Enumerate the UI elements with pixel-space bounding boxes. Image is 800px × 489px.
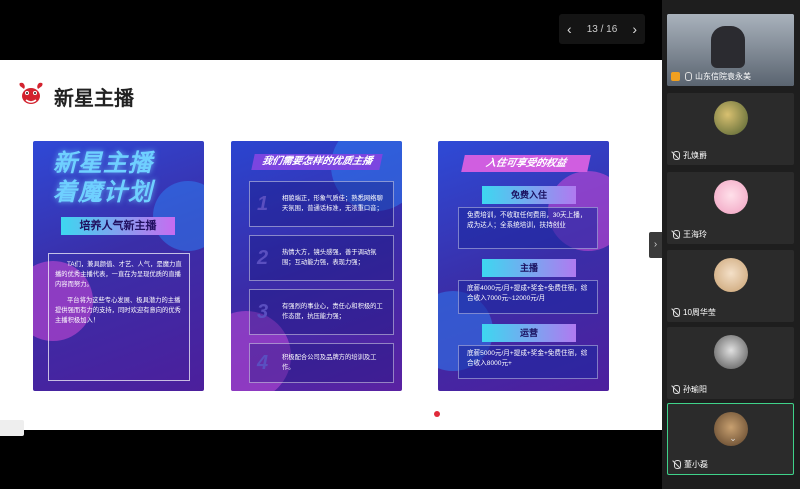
benefit-heading: 免费入住 bbox=[482, 186, 576, 204]
participant-tile[interactable]: 山东信院袁永美 bbox=[667, 14, 794, 86]
card-requirements: 我们需要怎样的优质主播 1 相貌端正，形象气质佳；熟悉网络聊天氛围，普通话标准，… bbox=[231, 141, 402, 391]
card-benefits: 入住可享受的权益 免费入住 免费培训，不收取任何费用，30天上播，成为达人；全系… bbox=[438, 141, 609, 391]
scroll-down-chevron-icon[interactable]: ⌄ bbox=[726, 433, 740, 443]
avatar bbox=[713, 335, 748, 369]
mic-muted-icon bbox=[671, 385, 680, 394]
mic-muted-icon bbox=[671, 308, 680, 317]
requirement-item: 3 有强烈的事业心，责任心和积极的工作态度，抗压能力强； bbox=[249, 289, 394, 335]
chevron-left-icon[interactable]: ‹ bbox=[567, 21, 572, 37]
benefit-body: 免费培训，不收取任何费用，30天上播，成为达人；全系统培训，扶持创业 bbox=[458, 207, 598, 249]
host-badge-icon bbox=[671, 72, 680, 81]
slide: 新星主播 新星主播 着魔计划 培养人气新主播 TA们，兼具颜值、才艺、人气，是魔… bbox=[0, 60, 662, 430]
mic-muted-icon bbox=[671, 230, 680, 239]
avatar bbox=[713, 101, 748, 135]
participant-name: 董小磊 bbox=[672, 459, 708, 470]
benefit-body: 底薪4000元/月+提成+奖金+免费住宿，综合收入7000元~12000元/月 bbox=[458, 280, 598, 314]
avatar bbox=[713, 258, 748, 292]
participant-name: 王海玲 bbox=[671, 229, 707, 240]
crayfish-logo-icon bbox=[19, 82, 43, 104]
card2-title: 我们需要怎样的优质主播 bbox=[251, 154, 383, 170]
participant-tile[interactable]: 孔焕爵 bbox=[667, 93, 794, 165]
card-new-star-plan: 新星主播 着魔计划 培养人气新主播 TA们，兼具颜值、才艺、人气，是魔力直播的优… bbox=[33, 141, 204, 391]
card1-subtitle: 培养人气新主播 bbox=[61, 217, 175, 235]
laser-pointer-dot bbox=[434, 411, 440, 417]
avatar bbox=[713, 180, 748, 214]
card1-title: 新星主播 着魔计划 bbox=[53, 150, 153, 206]
card3-title: 入住可享受的权益 bbox=[461, 155, 591, 172]
card1-body: TA们，兼具颜值、才艺、人气，是魔力直播的优秀主播代表，一直在为呈现优质的直播内… bbox=[48, 253, 190, 381]
benefit-heading: 主播 bbox=[482, 259, 576, 277]
participant-name: 山东信院袁永美 bbox=[671, 71, 751, 82]
benefit-body: 底薪5000元/月+提成+奖金+免费住宿，综合收入8000元+ bbox=[458, 345, 598, 379]
participant-tile[interactable]: 孙瑜阳 bbox=[667, 327, 794, 399]
slide-title: 新星主播 bbox=[54, 88, 134, 110]
benefit-heading: 运营 bbox=[482, 324, 576, 342]
participant-tile[interactable]: 10周华莹 bbox=[667, 250, 794, 322]
participant-panel: 山东信院袁永美 孔焕爵 王海玲 10周华莹 孙瑜阳 董小磊 ⌄ bbox=[662, 0, 800, 489]
sidebar-toggle-handle[interactable] bbox=[0, 420, 24, 436]
mic-muted-icon bbox=[671, 151, 680, 160]
collapse-panel-button[interactable]: › bbox=[649, 232, 662, 258]
page-indicator: 13 / 16 bbox=[586, 23, 618, 35]
chevron-right-icon[interactable]: › bbox=[632, 21, 637, 37]
participant-name: 10周华莹 bbox=[671, 307, 716, 318]
mic-muted-icon bbox=[672, 460, 681, 469]
participant-name: 孙瑜阳 bbox=[671, 384, 707, 395]
slide-pager: ‹ 13 / 16 › bbox=[559, 14, 645, 44]
participant-tile[interactable]: 王海玲 bbox=[667, 172, 794, 244]
requirement-item: 4 积极配合公司及品牌方的培训及工作。 bbox=[249, 343, 394, 383]
mic-on-icon bbox=[683, 72, 692, 81]
participant-name: 孔焕爵 bbox=[671, 150, 707, 161]
presentation-stage: ‹ 13 / 16 › 新星主播 新星主播 着魔计划 培养人气新主播 TA们，兼… bbox=[0, 0, 662, 489]
requirement-item: 2 热情大方，镜头感强，善于调动氛围；互动能力强，表现力强； bbox=[249, 235, 394, 281]
speaker-silhouette bbox=[711, 26, 745, 68]
requirement-item: 1 相貌端正，形象气质佳；熟悉网络聊天氛围，普通话标准，无浓重口音； bbox=[249, 181, 394, 227]
